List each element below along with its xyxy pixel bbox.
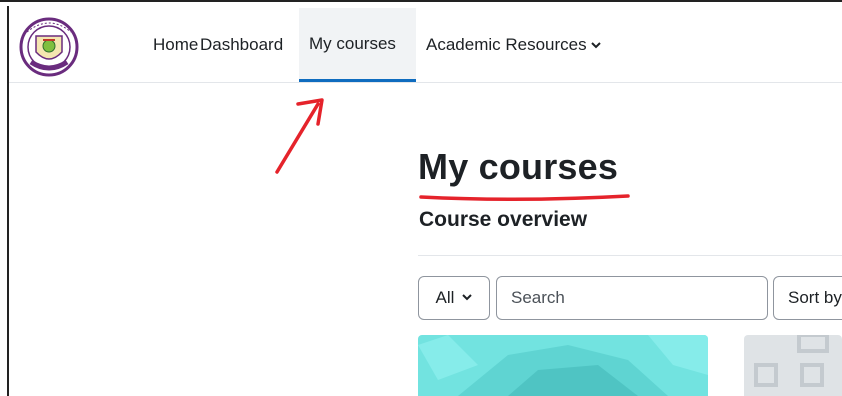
grouping-filter-dropdown[interactable]: All (418, 276, 490, 320)
nav-item-dashboard[interactable]: Dashboard (190, 8, 300, 82)
course-card-pattern (418, 335, 708, 396)
annotation-arrowhead (296, 98, 324, 126)
nav-item-academic-resources-label: Academic Resources (426, 35, 587, 54)
nav-item-my-courses-label: My courses (309, 33, 396, 53)
nav-item-academic-resources[interactable]: Academic Resources (416, 8, 626, 82)
college-logo-icon (19, 17, 79, 77)
page-title: My courses (418, 146, 619, 187)
annotation-underline (419, 194, 630, 202)
annotation-arrow (275, 102, 320, 174)
grouping-filter-value: All (435, 288, 455, 307)
course-card-pattern (754, 335, 829, 387)
window-border-top (0, 0, 842, 6)
course-card-image[interactable] (744, 335, 842, 396)
sort-dropdown[interactable]: Sort by (773, 276, 842, 320)
top-navbar: Home Dashboard My courses Academic Resou… (9, 8, 842, 83)
sort-dropdown-label: Sort by (788, 288, 842, 307)
chevron-down-icon (590, 38, 601, 52)
section-divider (418, 255, 842, 256)
course-card-image[interactable] (418, 335, 708, 396)
course-search-input[interactable] (496, 276, 768, 320)
section-title: Course overview (419, 208, 588, 231)
chevron-down-icon (462, 292, 473, 304)
college-logo[interactable] (19, 16, 79, 78)
nav-item-my-courses[interactable]: My courses (299, 8, 416, 82)
nav-item-dashboard-label: Dashboard (200, 35, 284, 54)
